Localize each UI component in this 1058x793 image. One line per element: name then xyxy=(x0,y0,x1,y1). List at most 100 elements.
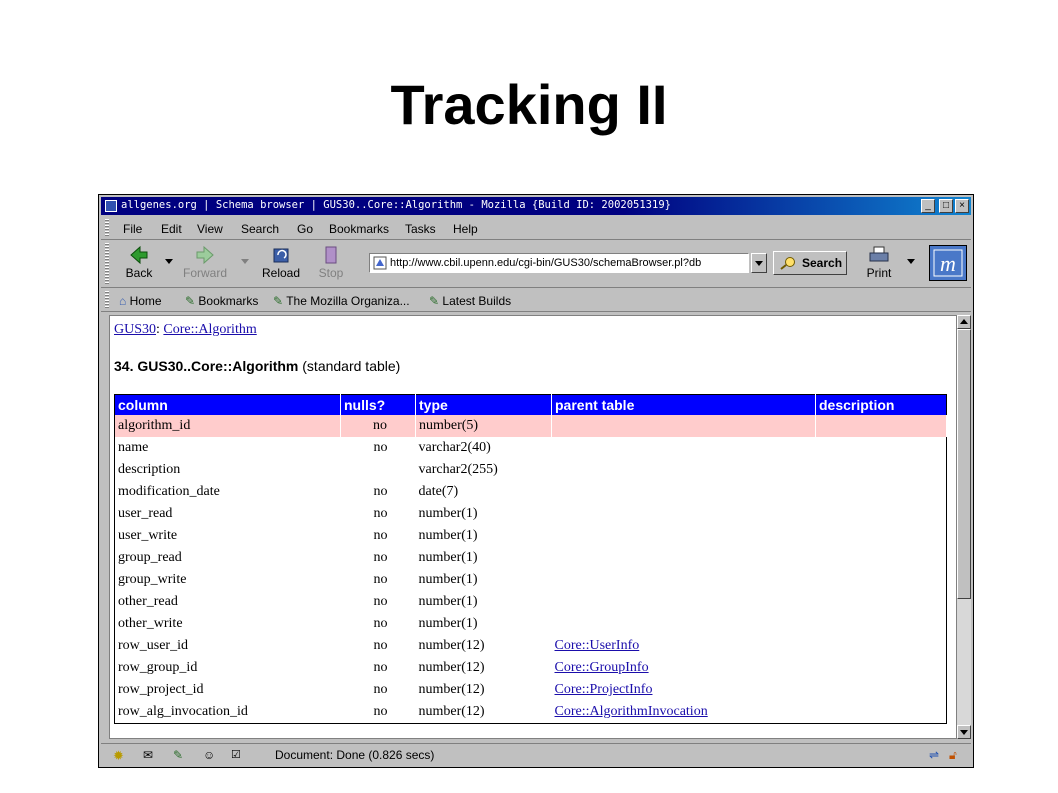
cell-parent: Core::UserInfo xyxy=(552,635,816,657)
cell-type: number(1) xyxy=(418,572,478,587)
menu-help[interactable]: Help xyxy=(453,222,478,236)
url-input[interactable] xyxy=(390,255,744,271)
online-status-icon[interactable]: ⇌ xyxy=(929,748,947,762)
bookmark-home[interactable]: ⌂ Home xyxy=(119,294,162,308)
cell-description xyxy=(816,437,947,459)
cell-type: number(12) xyxy=(418,682,485,697)
mail-icon[interactable]: ✉ xyxy=(143,748,161,762)
address-book-icon[interactable]: ☑ xyxy=(231,748,249,762)
menu-tasks[interactable]: Tasks xyxy=(405,222,436,236)
maximize-button[interactable]: □ xyxy=(939,199,953,213)
cell-parent xyxy=(552,547,816,569)
parent-table-link[interactable]: Core::ProjectInfo xyxy=(555,682,653,697)
table-row: group_read no number(1) xyxy=(115,547,947,569)
window-title: allgenes.org | Schema browser | GUS30..C… xyxy=(121,199,671,211)
cell-parent: Core::GroupInfo xyxy=(552,657,816,679)
cell-column: other_write xyxy=(118,616,183,631)
cell-type: number(1) xyxy=(418,616,478,631)
breadcrumb-separator: : xyxy=(156,322,160,337)
breadcrumb-link-core-algorithm[interactable]: Core::Algorithm xyxy=(163,322,256,337)
bookmark-latest-label: Latest Builds xyxy=(442,294,512,308)
cell-column: row_group_id xyxy=(118,660,198,675)
page-proxy-icon[interactable] xyxy=(373,256,387,270)
cell-parent: Core::ProjectInfo xyxy=(552,679,816,701)
search-icon xyxy=(780,257,795,270)
reload-button[interactable]: Reload xyxy=(255,245,307,283)
cell-column: name xyxy=(118,440,149,455)
cell-column: user_read xyxy=(118,506,173,521)
bookmarks-menu-button[interactable]: ✎ Bookmarks xyxy=(185,294,258,308)
parent-table-link[interactable]: Core::GroupInfo xyxy=(555,660,649,675)
url-history-dropdown[interactable] xyxy=(751,253,767,273)
cell-column: algorithm_id xyxy=(114,415,341,437)
cell-column: group_write xyxy=(118,572,187,587)
browser-window: allgenes.org | Schema browser | GUS30..C… xyxy=(98,194,974,768)
print-button[interactable]: Print xyxy=(857,245,901,283)
cell-parent xyxy=(552,481,816,503)
back-arrow-icon xyxy=(130,245,148,265)
navbar-grip[interactable] xyxy=(105,243,109,285)
back-button[interactable]: Back xyxy=(115,245,163,283)
url-bar xyxy=(369,253,749,273)
composer-icon[interactable]: ✎ xyxy=(173,748,191,762)
mozilla-logo[interactable]: m xyxy=(929,245,967,281)
schema-table: column nulls? type parent table descript… xyxy=(114,394,947,724)
breadcrumb-link-gus30[interactable]: GUS30 xyxy=(114,322,156,337)
cell-type: number(12) xyxy=(418,660,485,675)
bookmark-latest-builds[interactable]: ✎ Latest Builds xyxy=(429,294,511,308)
menu-edit[interactable]: Edit xyxy=(161,222,182,236)
cell-column: user_write xyxy=(118,528,178,543)
bookmark-icon: ✎ xyxy=(273,294,284,308)
table-row: row_project_id no number(12) Core::Proje… xyxy=(115,679,947,701)
reload-icon xyxy=(273,248,289,263)
security-lock-icon[interactable]: 🔓︎ xyxy=(949,748,967,762)
window-titlebar[interactable]: allgenes.org | Schema browser | GUS30..C… xyxy=(101,197,971,215)
scroll-thumb[interactable] xyxy=(957,329,971,599)
menubar-grip[interactable] xyxy=(105,219,109,237)
cell-nulls: no xyxy=(373,682,388,697)
parent-table-link[interactable]: Core::AlgorithmInvocation xyxy=(555,704,708,719)
table-header-row: column nulls? type parent table descript… xyxy=(114,394,947,415)
cell-description xyxy=(816,591,947,613)
stop-button[interactable]: Stop xyxy=(307,245,355,283)
stop-label: Stop xyxy=(318,266,344,280)
menu-file[interactable]: File xyxy=(123,222,142,236)
cell-description xyxy=(816,459,947,481)
parent-table-link[interactable]: Core::UserInfo xyxy=(555,638,640,653)
slide-title: Tracking II xyxy=(390,73,668,136)
close-button[interactable]: × xyxy=(955,199,969,213)
forward-label: Forward xyxy=(182,266,227,280)
printer-icon xyxy=(869,246,889,262)
home-icon: ⌂ xyxy=(119,294,127,308)
forward-button[interactable]: Forward xyxy=(181,245,229,283)
bookbar-grip[interactable] xyxy=(105,291,109,309)
cell-parent xyxy=(552,525,816,547)
scroll-up-button[interactable] xyxy=(957,315,971,329)
menu-go[interactable]: Go xyxy=(297,222,313,236)
table-row: row_alg_invocation_id no number(12) Core… xyxy=(115,701,947,724)
menu-view[interactable]: View xyxy=(197,222,223,236)
cell-description xyxy=(816,701,947,724)
bookmark-mozilla-org[interactable]: ✎ The Mozilla Organiza... xyxy=(273,294,410,308)
print-options-arrow-icon[interactable] xyxy=(907,259,915,264)
minimize-button[interactable]: _ xyxy=(921,199,935,213)
mozilla-m-icon: m xyxy=(933,249,963,277)
arrow-up-icon xyxy=(960,319,968,324)
cell-column: row_project_id xyxy=(118,682,204,697)
cell-nulls: no xyxy=(373,484,388,499)
vertical-scrollbar[interactable] xyxy=(957,315,971,739)
forward-history-arrow-icon[interactable] xyxy=(241,259,249,264)
cell-description xyxy=(816,613,947,635)
menu-search[interactable]: Search xyxy=(241,222,279,236)
chat-icon[interactable]: ☺ xyxy=(203,748,221,762)
scroll-down-button[interactable] xyxy=(957,725,971,739)
window-menu-icon[interactable] xyxy=(105,200,117,212)
cell-parent xyxy=(551,415,816,437)
table-title: 34. GUS30..Core::Algorithm xyxy=(114,358,299,374)
cell-nulls: no xyxy=(373,528,388,543)
menubar: File Edit View Search Go Bookmarks Tasks… xyxy=(101,217,971,240)
navigator-icon[interactable]: ✹ xyxy=(113,748,131,763)
menu-bookmarks[interactable]: Bookmarks xyxy=(329,222,389,236)
search-button[interactable]: Search xyxy=(773,251,847,275)
back-history-arrow-icon[interactable] xyxy=(165,259,173,264)
